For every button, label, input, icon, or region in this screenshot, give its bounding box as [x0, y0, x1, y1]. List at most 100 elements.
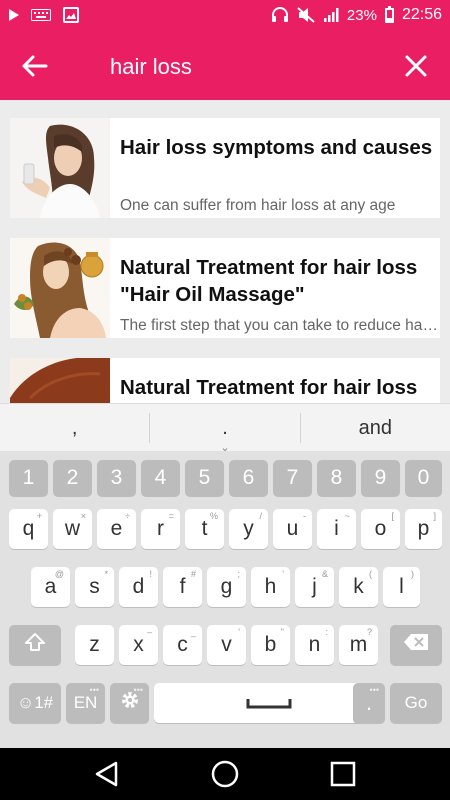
key-0[interactable]: 0: [405, 460, 442, 496]
suggestion-and[interactable]: and: [301, 404, 450, 452]
key-hint: /: [259, 511, 262, 521]
key-label: l: [399, 575, 404, 598]
key-label: j: [312, 575, 317, 598]
key-label: 7: [286, 466, 299, 489]
key-4[interactable]: 4: [141, 460, 180, 496]
signal-icon: [323, 7, 339, 23]
key-y[interactable]: / y: [229, 509, 268, 549]
key-8[interactable]: 8: [317, 460, 356, 496]
shift-key[interactable]: [9, 625, 61, 665]
key-i[interactable]: ~ i: [317, 509, 356, 549]
key-label: ☺1#: [16, 693, 54, 712]
key-label: w: [64, 517, 81, 540]
key-hint: @: [54, 569, 64, 579]
list-item[interactable]: Natural Treatment for hair loss "Hair Oi…: [10, 238, 440, 338]
key-1[interactable]: 1: [9, 460, 48, 496]
key-label: 8: [330, 466, 343, 489]
key-n[interactable]: :n: [295, 625, 334, 665]
suggestion-label: .: [222, 416, 228, 439]
key-hint: -: [303, 511, 306, 521]
key-label: i: [334, 517, 339, 540]
key-m[interactable]: ? m: [339, 625, 378, 665]
key-label: 4: [154, 466, 167, 489]
key-label: u: [286, 517, 299, 540]
key-label: h: [264, 575, 277, 598]
key-hint: ×: [80, 511, 86, 521]
space-key[interactable]: ◂ ▸: [154, 683, 383, 723]
home-circle-icon[interactable]: [210, 759, 240, 789]
key-label: b: [264, 633, 277, 656]
key-g[interactable]: ; g: [207, 567, 246, 607]
period-key[interactable]: •••.: [353, 683, 385, 723]
key-p[interactable]: ] p: [405, 509, 442, 549]
recents-square-icon[interactable]: [328, 759, 358, 789]
key-t[interactable]: % t: [185, 509, 224, 549]
search-app-bar: hair loss: [0, 30, 450, 100]
suggestion-comma[interactable]: ,: [0, 404, 149, 452]
item-title: Natural Treatment for hair loss: [120, 376, 418, 399]
key-hint: ;: [237, 569, 240, 579]
close-icon[interactable]: [402, 52, 430, 80]
headset-icon: [271, 7, 289, 23]
key-label: d: [132, 575, 145, 598]
suggestion-period[interactable]: . ⌄: [150, 404, 299, 454]
key-hint: ': [238, 627, 240, 637]
key-l[interactable]: ) l: [383, 567, 420, 607]
search-input[interactable]: hair loss: [110, 54, 192, 80]
key-a[interactable]: @ a: [31, 567, 70, 607]
key-k[interactable]: (k: [339, 567, 378, 607]
key-label: s: [89, 575, 100, 598]
key-s[interactable]: * s: [75, 567, 114, 607]
backspace-key[interactable]: [390, 625, 442, 665]
key-5[interactable]: 5: [185, 460, 224, 496]
item-subtitle: The first step that you can take to redu…: [120, 317, 438, 334]
key-9[interactable]: 9: [361, 460, 400, 496]
key-e[interactable]: ÷ e: [97, 509, 136, 549]
thumbnail-image: [10, 358, 110, 403]
key-hint: +: [36, 511, 42, 521]
suggestion-label: ,: [71, 416, 78, 439]
navigation-bar: [0, 748, 450, 800]
list-item[interactable]: Natural Treatment for hair loss: [10, 358, 440, 403]
key-f[interactable]: # f: [163, 567, 202, 607]
language-key[interactable]: ••• EN: [66, 683, 105, 723]
key-label: 5: [198, 466, 211, 489]
key-z[interactable]: z: [75, 625, 114, 665]
key-w[interactable]: × w: [53, 509, 92, 549]
key-2[interactable]: 2: [53, 460, 92, 496]
key-label: y: [243, 517, 254, 540]
key-hint: :: [325, 627, 328, 637]
key-6[interactable]: 6: [229, 460, 268, 496]
key-hint: •••: [369, 685, 379, 695]
key-r[interactable]: = r: [141, 509, 180, 549]
key-7[interactable]: 7: [273, 460, 312, 496]
key-v[interactable]: ' v: [207, 625, 246, 665]
key-label: 3: [110, 466, 123, 489]
thumbnail-image: [10, 118, 110, 218]
key-label: t: [201, 517, 208, 540]
key-j[interactable]: & j: [295, 567, 334, 607]
key-u[interactable]: -u: [273, 509, 312, 549]
key-b[interactable]: " b: [251, 625, 290, 665]
key-h[interactable]: ' h: [251, 567, 290, 607]
list-item[interactable]: Hair loss symptoms and causes One can su…: [10, 118, 440, 218]
back-arrow-icon[interactable]: [20, 52, 50, 80]
key-o[interactable]: [o: [361, 509, 400, 549]
key-q[interactable]: + q: [9, 509, 48, 549]
item-subtitle: One can suffer from hair loss at any age: [120, 197, 396, 214]
emoji-symbols-key[interactable]: ☺1#: [9, 683, 61, 723]
key-d[interactable]: ! d: [119, 567, 158, 607]
thumbnail-image: [10, 238, 110, 338]
key-label: p: [417, 517, 430, 540]
key-hint: &: [321, 569, 328, 579]
back-triangle-icon[interactable]: [92, 759, 122, 789]
keyboard: 1 2 3 4 5 6 7 8 9 0 + q × w ÷ e = r % t / y -u…: [0, 451, 450, 748]
key-c[interactable]: _ c: [163, 625, 202, 665]
key-x[interactable]: – x: [119, 625, 158, 665]
key-hint: !: [149, 569, 152, 579]
key-label: Go: [404, 693, 428, 712]
shift-icon: [24, 631, 46, 659]
go-key[interactable]: Go: [390, 683, 442, 723]
key-3[interactable]: 3: [97, 460, 136, 496]
settings-key[interactable]: •••: [110, 683, 149, 723]
